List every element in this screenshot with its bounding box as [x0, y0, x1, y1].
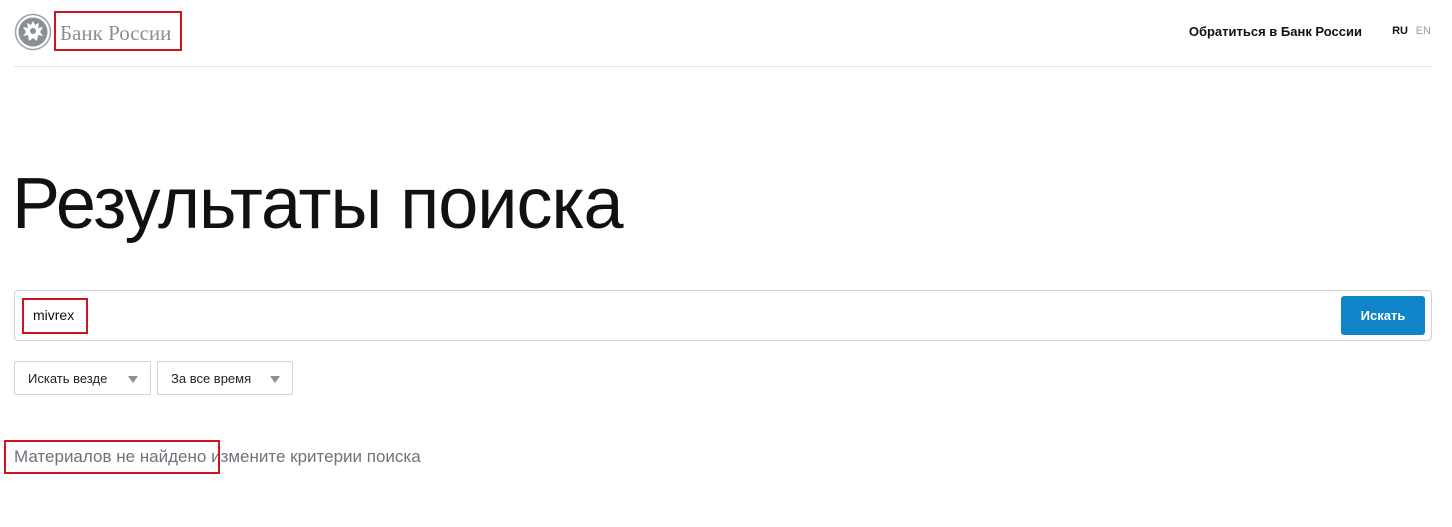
bank-logo-text[interactable]: Банк России [60, 21, 171, 46]
page-title: Результаты поиска [12, 164, 624, 244]
search-button[interactable]: Искать [1341, 296, 1425, 335]
search-input[interactable] [33, 303, 1333, 327]
no-results-message: Материалов не найдено измените критерии … [14, 447, 421, 467]
no-results-text: Материалов не найдено [14, 447, 207, 466]
search-scope-select[interactable]: Искать везде [14, 361, 151, 395]
contact-bank-link[interactable]: Обратиться в Банк России [1189, 24, 1362, 39]
language-en-link[interactable]: EN [1416, 25, 1431, 37]
bank-emblem-icon[interactable] [14, 13, 52, 51]
search-scope-label: Искать везде [28, 371, 108, 386]
search-period-label: За все время [171, 371, 252, 386]
search-period-select[interactable]: За все время [157, 361, 293, 395]
site-header: Банк России Обратиться в Банк России RU … [14, 0, 1432, 67]
caret-down-icon [128, 376, 138, 383]
change-criteria-hint: измените критерии поиска [211, 447, 421, 466]
caret-down-icon [270, 376, 280, 383]
language-ru-link[interactable]: RU [1392, 25, 1408, 37]
search-bar: Искать [14, 290, 1432, 341]
